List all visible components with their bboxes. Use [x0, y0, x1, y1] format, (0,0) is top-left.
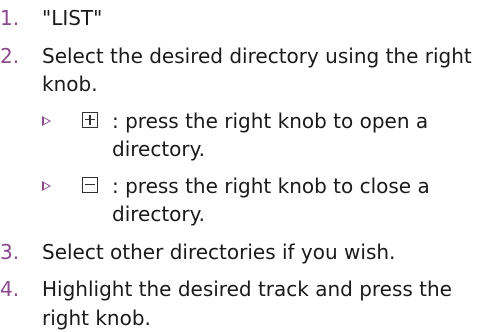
arrow-bullet-icon [42, 180, 51, 191]
instructions-page: 1. "LIST" 2. Select the desired director… [0, 0, 479, 332]
step-3: 3. Select other directories if you wish. [0, 238, 479, 267]
step-4: 4. Highlight the desired track and press… [0, 275, 479, 332]
step-number: 3. [0, 239, 20, 264]
substep-close: : press the right knob to close a direct… [0, 172, 479, 229]
step-text: Select other directories if you wish. [42, 239, 396, 264]
substep-open: : press the right knob to open a directo… [0, 107, 479, 164]
step-list: 1. "LIST" 2. Select the desired director… [0, 4, 479, 332]
step-text: "LIST" [42, 6, 103, 30]
step-text: Highlight the desired track and press th… [42, 277, 452, 330]
step-text: Select the desired directory using the r… [42, 43, 472, 97]
step-2: 2. Select the desired directory using th… [0, 42, 479, 229]
plus-box-icon [82, 111, 98, 128]
step-number: 1. [0, 6, 20, 30]
substep-text: : press the right knob to open a directo… [112, 108, 429, 162]
step-number: 4. [0, 277, 20, 301]
substep-list: : press the right knob to open a directo… [42, 107, 479, 229]
minus-box-icon [82, 176, 98, 193]
step-number: 2. [0, 43, 20, 68]
step-1: 1. "LIST" [0, 4, 479, 33]
substep-text: : press the right knob to close a direct… [112, 173, 430, 227]
arrow-bullet-icon [42, 115, 51, 126]
